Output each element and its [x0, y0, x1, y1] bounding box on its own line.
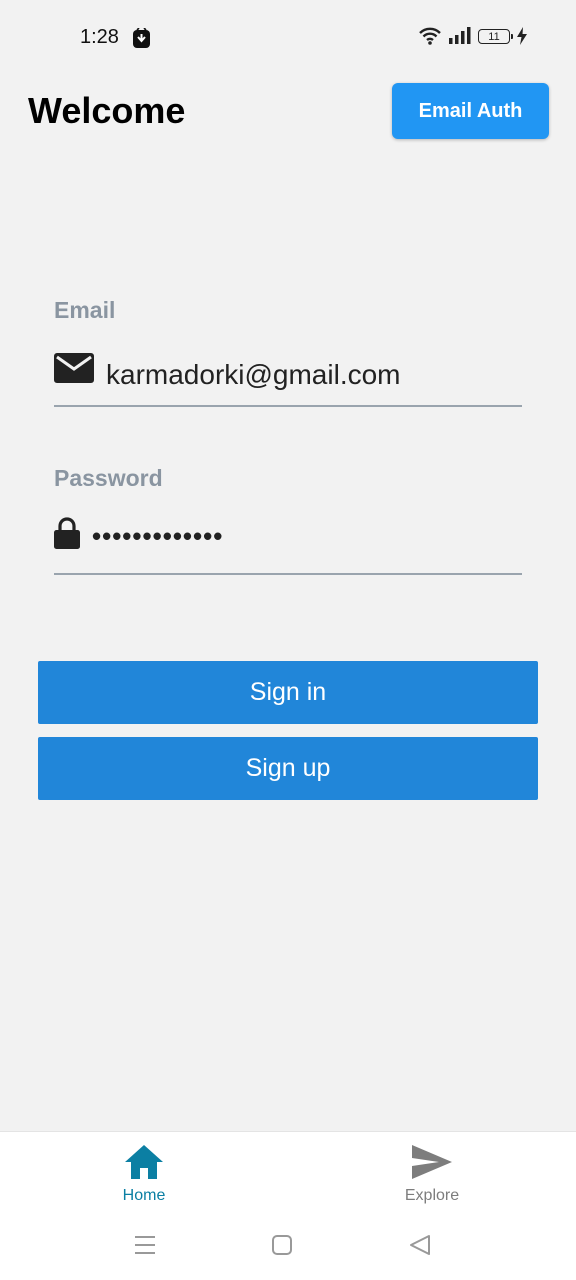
app-notification-icon	[133, 28, 150, 48]
bottom-nav: Home Explore	[0, 1131, 576, 1224]
system-nav-bar	[0, 1223, 576, 1280]
back-icon[interactable]	[409, 1234, 431, 1256]
nav-label-home: Home	[122, 1187, 166, 1204]
email-auth-button[interactable]: Email Auth	[392, 83, 549, 139]
nav-item-home[interactable]: Home	[84, 1144, 204, 1205]
charging-icon	[517, 27, 527, 45]
lock-icon	[54, 517, 80, 549]
password-label: Password	[54, 465, 163, 491]
menu-icon[interactable]	[134, 1235, 156, 1255]
mail-icon	[54, 353, 94, 383]
send-icon	[412, 1145, 452, 1179]
nav-item-explore[interactable]: Explore	[372, 1144, 492, 1205]
wifi-icon	[419, 27, 441, 45]
battery-icon: 11	[478, 28, 513, 44]
password-field[interactable]: •••••••••••••	[54, 513, 522, 575]
password-input[interactable]: •••••••••••••	[92, 521, 223, 552]
email-label: Email	[54, 297, 116, 323]
page-title: Welcome	[28, 90, 186, 131]
sign-in-button[interactable]: Sign in	[38, 661, 538, 724]
sign-up-button[interactable]: Sign up	[38, 737, 538, 800]
status-time: 1:28	[80, 26, 119, 48]
email-field[interactable]	[54, 345, 522, 407]
signal-icon	[449, 27, 471, 44]
home-icon	[125, 1145, 163, 1179]
email-input[interactable]	[106, 353, 516, 397]
status-icons: 11	[418, 27, 528, 45]
nav-label-explore: Explore	[404, 1187, 460, 1204]
home-button-icon[interactable]	[272, 1235, 292, 1255]
status-bar: 1:28 11	[0, 0, 576, 78]
battery-level: 11	[488, 30, 500, 43]
